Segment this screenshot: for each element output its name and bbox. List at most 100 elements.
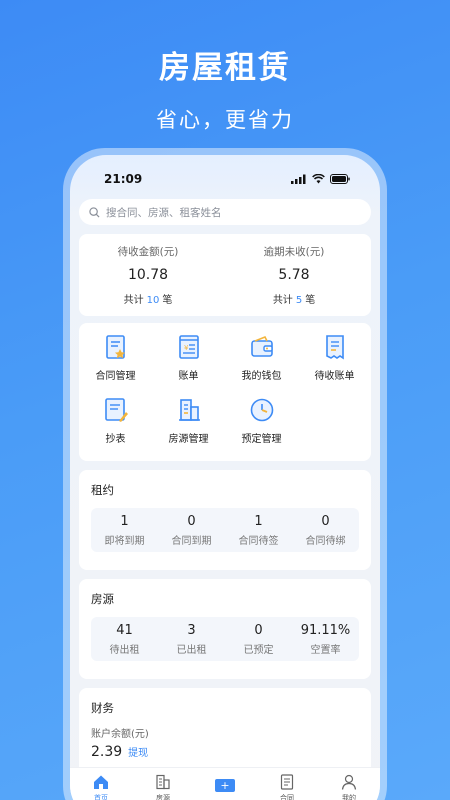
stat-label: 空置率	[310, 644, 341, 656]
promo-subtitle: 省心，更省力	[156, 108, 294, 132]
menu-item-reservation-management[interactable]: 预定管理	[225, 396, 298, 459]
contract-icon	[280, 774, 294, 790]
phone-frame: 21:09 搜合同、房源、租客姓名 待收金额(元) 10.78 共计 10 笔 …	[63, 148, 387, 800]
promo-title: 房屋租赁	[159, 50, 291, 86]
svg-text:¥: ¥	[184, 344, 189, 352]
menu-label: 我的钱包	[241, 371, 282, 382]
stat-value: 0	[254, 622, 263, 638]
overdue-count-suffix: 笔	[305, 295, 316, 306]
tab-label: 合同	[280, 794, 294, 800]
search-input[interactable]: 搜合同、房源、租客姓名	[79, 199, 371, 225]
stat-label: 已出租	[176, 644, 207, 656]
home-icon	[94, 775, 108, 789]
menu-row: 抄表 房源管理 预定管理	[79, 396, 371, 459]
stat-rented[interactable]: 3 已出租	[158, 623, 225, 656]
menu-item-meter-reading[interactable]: 抄表	[79, 396, 152, 459]
feature-menu: 合同管理 ¥ 账单 我的钱包 待收账单 抄表 房源管理 预定管理	[79, 323, 371, 461]
pending-amount-card[interactable]: 待收金额(元) 10.78 共计 10 笔	[79, 244, 225, 316]
overdue-amount-value: 5.78	[278, 267, 310, 283]
tab-add[interactable]: +	[194, 768, 256, 800]
menu-item-property-management[interactable]: 房源管理	[152, 396, 225, 459]
pending-count-suffix: 笔	[162, 295, 173, 306]
menu-label: 抄表	[105, 434, 126, 445]
bottom-tab-bar: 首页 房源 + 合同 我的	[70, 767, 380, 800]
lease-section: 租约 1 即将到期 0 合同到期 1 合同待签 0 合同待绑	[79, 470, 371, 570]
stat-contract-expired[interactable]: 0 合同到期	[158, 514, 225, 547]
balance-value: 2.39	[91, 744, 123, 760]
bill-icon: ¥	[178, 335, 199, 359]
stat-to-rent[interactable]: 41 待出租	[91, 623, 158, 656]
balance-row: 2.39 提现	[91, 744, 359, 760]
menu-item-bill[interactable]: ¥ 账单	[152, 333, 225, 396]
overdue-amount-card[interactable]: 逾期未收(元) 5.78 共计 5 笔	[225, 244, 371, 316]
pending-count-number: 10	[146, 295, 160, 306]
menu-item-contract-management[interactable]: 合同管理	[79, 333, 152, 396]
section-title: 财务	[91, 701, 114, 715]
signal-icon	[291, 174, 306, 184]
property-section: 房源 41 待出租 3 已出租 0 已预定 91.11% 空置率	[79, 579, 371, 679]
pending-count-prefix: 共计	[123, 295, 144, 306]
stat-contract-to-sign[interactable]: 1 合同待签	[225, 514, 292, 547]
pending-amount-label: 待收金额(元)	[117, 246, 179, 258]
stat-value: 1	[120, 513, 129, 529]
stat-label: 待出租	[109, 644, 140, 656]
menu-label: 账单	[178, 371, 199, 382]
tab-label: 房源	[156, 794, 170, 800]
menu-label: 房源管理	[168, 434, 209, 445]
receivable-summary: 待收金额(元) 10.78 共计 10 笔 逾期未收(元) 5.78 共计 5 笔	[79, 234, 371, 316]
stat-reserved[interactable]: 0 已预定	[225, 623, 292, 656]
menu-item-pending-bill[interactable]: 待收账单	[298, 333, 371, 396]
status-bar: 21:09	[70, 155, 380, 195]
overdue-count: 共计 5 笔	[273, 291, 315, 306]
stat-value: 1	[254, 513, 263, 529]
section-title: 租约	[91, 483, 114, 497]
battery-icon	[330, 174, 350, 184]
stat-vacancy-rate[interactable]: 91.11% 空置率	[292, 623, 359, 656]
app-screen: 21:09 搜合同、房源、租客姓名 待收金额(元) 10.78 共计 10 笔 …	[70, 155, 380, 800]
stat-label: 合同到期	[171, 535, 212, 547]
pending-amount-value: 10.78	[127, 267, 169, 283]
overdue-amount-label: 逾期未收(元)	[263, 246, 325, 258]
tab-mine[interactable]: 我的	[318, 768, 380, 800]
stat-label: 已预定	[243, 644, 274, 656]
stat-label: 合同待签	[238, 535, 279, 547]
plus-icon: +	[215, 779, 235, 792]
stat-value: 3	[187, 622, 196, 638]
wallet-icon	[250, 335, 273, 357]
balance-label: 账户余额(元)	[91, 729, 149, 740]
overdue-count-prefix: 共计	[272, 295, 293, 306]
property-stats: 41 待出租 3 已出租 0 已预定 91.11% 空置率	[91, 617, 359, 661]
pending-count: 共计 10 笔	[124, 291, 173, 306]
menu-item-my-wallet[interactable]: 我的钱包	[225, 333, 298, 396]
tab-property[interactable]: 房源	[132, 768, 194, 800]
tab-home[interactable]: 首页	[70, 768, 132, 800]
stat-value: 0	[321, 513, 330, 529]
clock-icon	[250, 398, 273, 422]
menu-label: 合同管理	[95, 371, 136, 382]
pending-bill-icon	[325, 335, 344, 360]
meter-reading-icon	[104, 398, 128, 422]
tab-label: 首页	[94, 794, 108, 800]
stat-contract-to-bind[interactable]: 0 合同待绑	[292, 514, 359, 547]
status-time: 21:09	[104, 172, 143, 186]
stat-label: 即将到期	[104, 535, 145, 547]
stat-expiring-soon[interactable]: 1 即将到期	[91, 514, 158, 547]
stat-value: 41	[116, 622, 133, 638]
stat-label: 合同待绑	[305, 535, 346, 547]
menu-row: 合同管理 ¥ 账单 我的钱包 待收账单	[79, 333, 371, 396]
lease-stats: 1 即将到期 0 合同到期 1 合同待签 0 合同待绑	[91, 508, 359, 552]
search-icon	[89, 206, 100, 218]
finance-section: 财务 账户余额(元) 2.39 提现	[79, 688, 371, 778]
tab-contract[interactable]: 合同	[256, 768, 318, 800]
user-icon	[341, 774, 357, 790]
search-placeholder: 搜合同、房源、租客姓名	[106, 206, 222, 219]
overdue-count-number: 5	[295, 295, 303, 306]
stat-value: 91.11%	[300, 622, 351, 638]
withdraw-link[interactable]: 提现	[128, 744, 148, 759]
building-icon	[156, 774, 170, 790]
stat-value: 0	[187, 513, 196, 529]
section-title: 房源	[91, 592, 114, 606]
building-icon	[178, 399, 200, 421]
contract-icon	[105, 335, 125, 359]
status-icons	[291, 174, 350, 184]
